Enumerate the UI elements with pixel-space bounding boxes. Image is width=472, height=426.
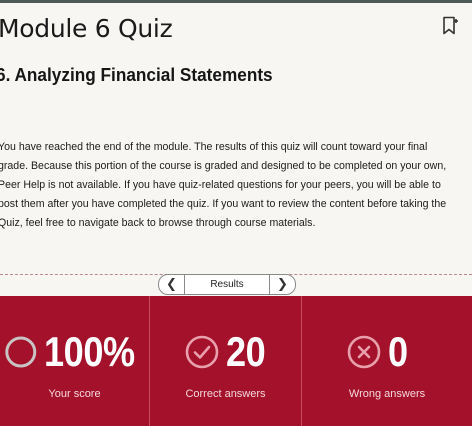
circle-icon: [5, 336, 37, 368]
wrong-label: Wrong answers: [348, 388, 426, 400]
score-label: Your score: [48, 388, 101, 400]
chevron-right-icon[interactable]: ❯: [269, 274, 295, 295]
bookmark-icon[interactable]: [441, 16, 459, 36]
correct-value: 20: [226, 328, 266, 375]
intro-line: grade. Because this portion of the cours…: [0, 160, 447, 172]
wrong-card: 0 Wrong answers: [302, 296, 472, 426]
section-title: 6. Analyzing Financial Statements: [0, 64, 273, 85]
x-circle-icon: [347, 335, 381, 369]
intro-text: You have reached the end of the module. …: [0, 138, 468, 233]
wrong-value: 0: [388, 328, 408, 375]
score-value: 100%: [43, 328, 135, 375]
intro-line: Peer Help is not available. If you have …: [0, 179, 441, 191]
results-tab-label[interactable]: Results: [185, 279, 269, 290]
correct-card: 20 Correct answers: [150, 296, 302, 426]
page-title: Module 6 Quiz: [0, 14, 173, 43]
correct-label: Correct answers: [185, 388, 266, 400]
results-panel: 100% Your score 20 Correct answers 0 Wro…: [0, 296, 472, 426]
chevron-left-icon[interactable]: ❮: [159, 274, 185, 295]
intro-line: You have reached the end of the module. …: [0, 141, 428, 153]
check-circle-icon: [185, 335, 219, 369]
intro-line: Quiz, feel free to navigate back to brow…: [0, 217, 316, 229]
score-card: 100% Your score: [0, 296, 150, 426]
results-pager: ❮ Results ❯: [158, 274, 296, 295]
intro-line: post them after you have completed the q…: [0, 198, 447, 210]
top-border: [0, 0, 472, 3]
